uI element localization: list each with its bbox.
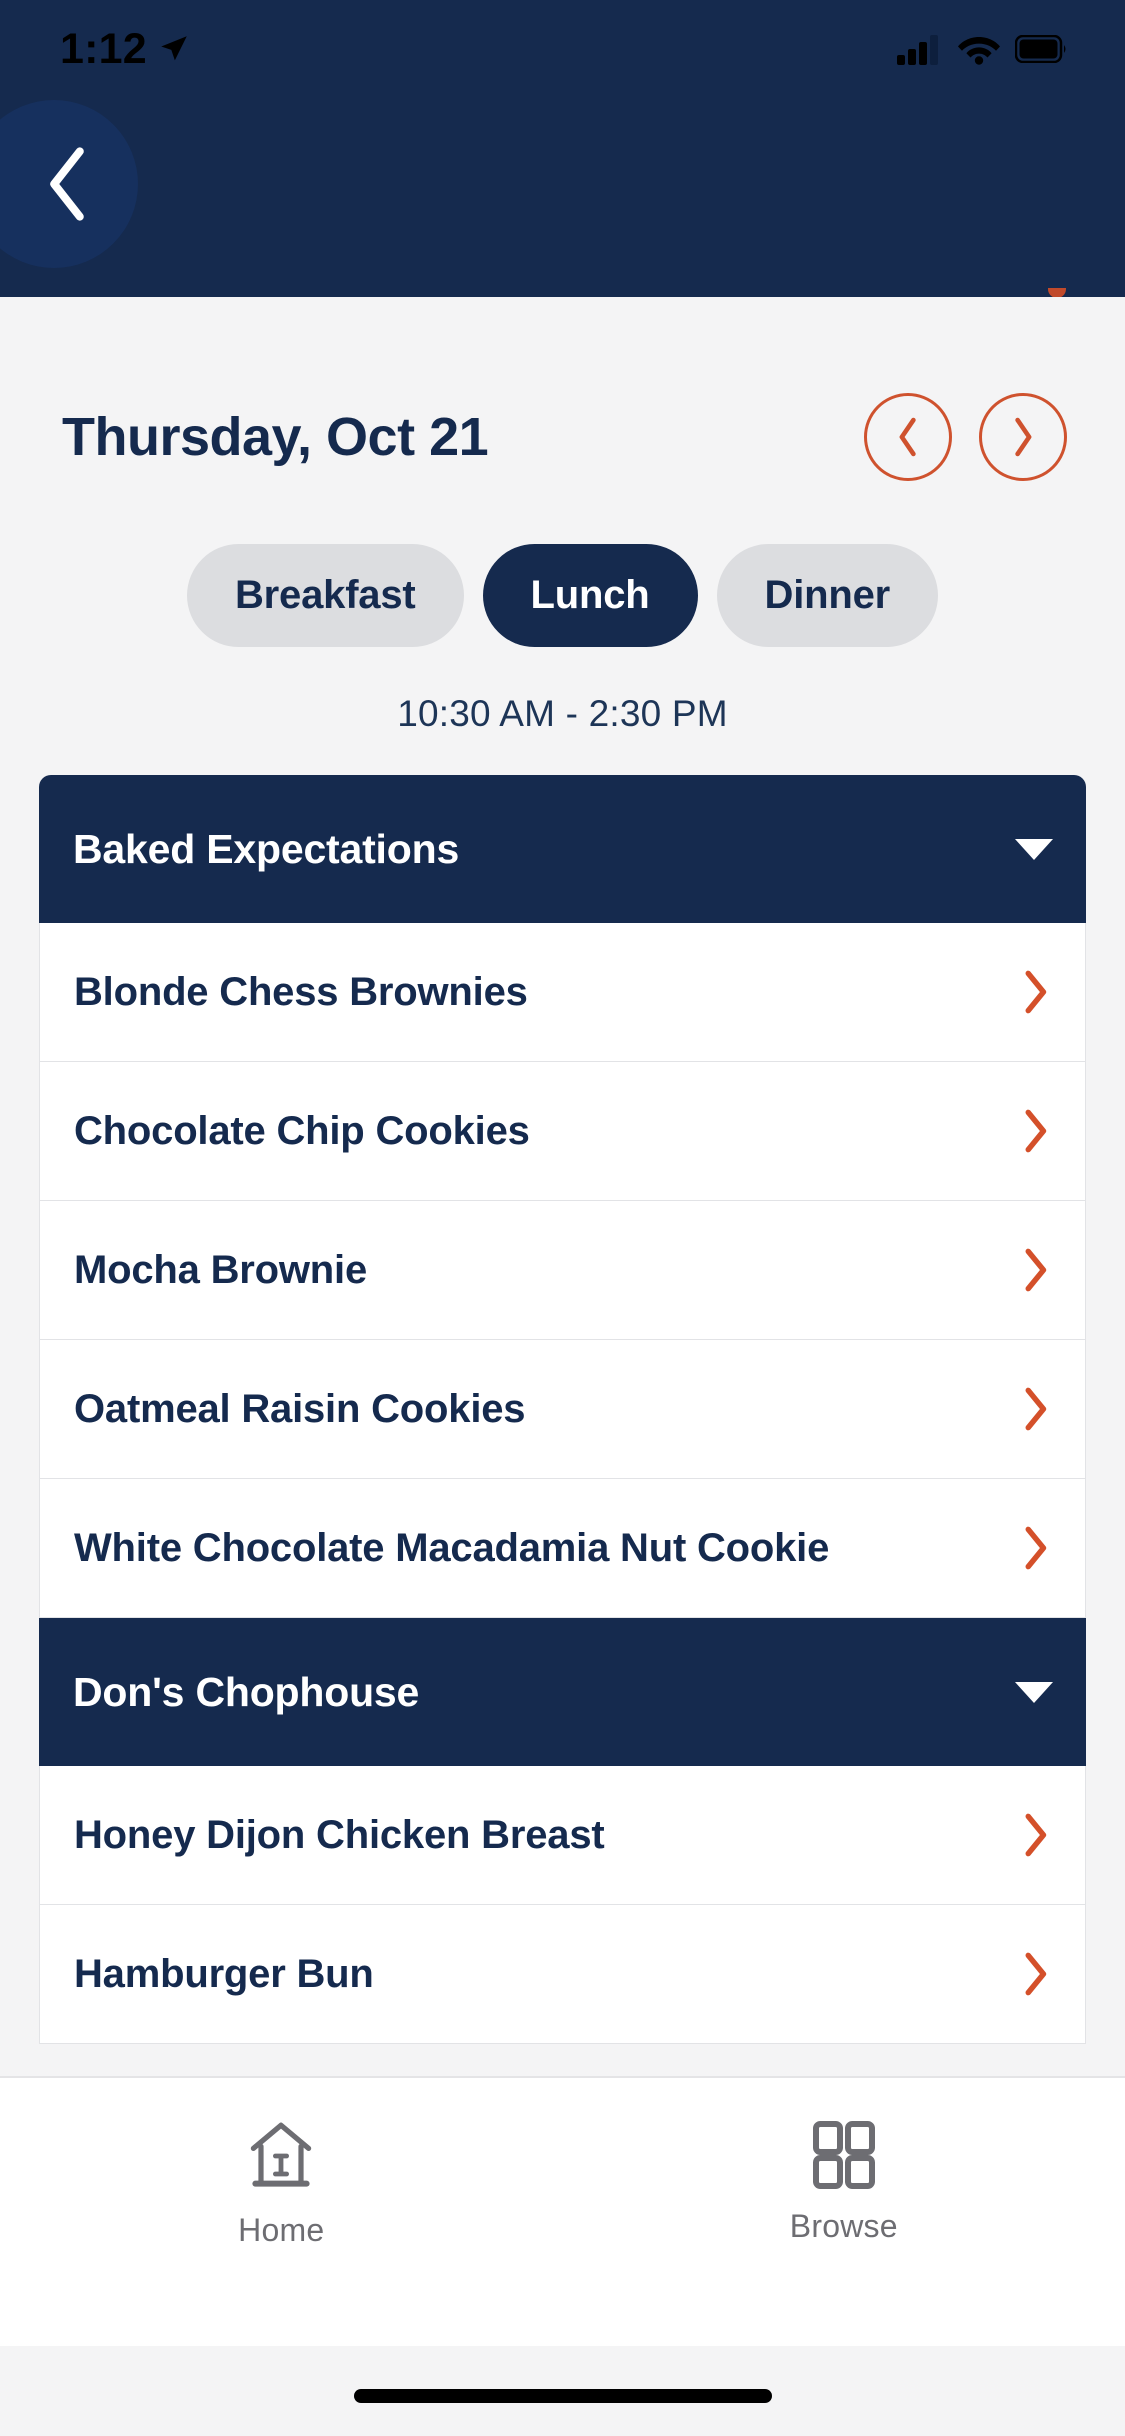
- meal-hours-label: 10:30 AM - 2:30 PM: [397, 693, 728, 734]
- menu-item-name: Chocolate Chip Cookies: [74, 1108, 530, 1153]
- battery-full-icon: [1015, 35, 1066, 63]
- date-navigation: Thursday, Oct 21: [0, 297, 1125, 481]
- wifi-icon: [958, 37, 1000, 65]
- menu-item[interactable]: Chocolate Chip Cookies: [39, 1062, 1086, 1201]
- app-screen: 1:12 Thursday, Oct 21 Breakfast Lunch Di…: [0, 0, 1125, 2436]
- menu-item-name: Oatmeal Raisin Cookies: [74, 1386, 526, 1431]
- home-indicator: [353, 2389, 772, 2403]
- menu-item[interactable]: Mocha Brownie: [39, 1201, 1086, 1340]
- home-icon: [251, 2122, 312, 2187]
- status-bar-right: [897, 33, 1067, 65]
- tab-bar-item-home[interactable]: Home: [0, 2078, 563, 2346]
- menu-item[interactable]: Honey Dijon Chicken Breast: [39, 1766, 1086, 1905]
- previous-day-button[interactable]: [864, 393, 952, 481]
- tab-dinner[interactable]: Dinner: [716, 544, 938, 647]
- chevron-right-icon: [1025, 1952, 1047, 1996]
- date-arrow-group: [864, 393, 1067, 481]
- page-title: Thursday, Oct 21: [62, 407, 489, 467]
- chevron-right-icon: [1025, 1526, 1047, 1570]
- chevron-left-icon: [50, 147, 84, 221]
- chevron-right-icon: [1025, 1109, 1047, 1153]
- menu-item[interactable]: Oatmeal Raisin Cookies: [39, 1340, 1086, 1479]
- tab-bar-item-browse[interactable]: Browse: [563, 2078, 1125, 2346]
- chevron-right-icon: [1025, 1248, 1047, 1292]
- status-bar-time: 1:12: [60, 24, 147, 73]
- cellular-signal-icon: [897, 35, 938, 65]
- menu-item-name: Hamburger Bun: [74, 1951, 374, 1996]
- chevron-right-icon: [1025, 1813, 1047, 1857]
- chevron-right-icon: [1025, 1387, 1047, 1431]
- menu-item-name: White Chocolate Macadamia Nut Cookie: [74, 1525, 830, 1570]
- chevron-left-icon: [899, 417, 916, 457]
- menu-item-name: Mocha Brownie: [74, 1247, 367, 1292]
- station-dons-chophouse: Don's Chophouse Honey Dijon Chicken Brea…: [39, 1618, 1086, 2044]
- back-button[interactable]: [0, 100, 138, 268]
- tab-breakfast[interactable]: Breakfast: [187, 544, 464, 647]
- tab-bar-label: Browse: [789, 2208, 898, 2244]
- status-bar: 1:12: [0, 0, 1125, 98]
- location-arrow-icon: [161, 36, 187, 61]
- tab-bar-label: Home: [238, 2212, 325, 2248]
- station-header[interactable]: Baked Expectations: [39, 775, 1086, 923]
- meal-period-tabs: Breakfast Lunch Dinner: [0, 544, 1125, 647]
- next-day-button[interactable]: [979, 393, 1067, 481]
- main-content: Thursday, Oct 21 Breakfast Lunch Dinner: [0, 297, 1125, 2076]
- grid-icon: [812, 2121, 875, 2189]
- menu-item-name: Blonde Chess Brownies: [74, 969, 528, 1014]
- status-bar-left: 1:12: [60, 24, 191, 73]
- station-baked-expectations: Baked Expectations Blonde Chess Brownies…: [39, 775, 1086, 1618]
- menu-item[interactable]: Blonde Chess Brownies: [39, 923, 1086, 1062]
- station-header[interactable]: Don's Chophouse: [39, 1618, 1086, 1766]
- station-name: Baked Expectations: [73, 825, 460, 872]
- menu-list: Baked Expectations Blonde Chess Brownies…: [0, 775, 1125, 2044]
- station-name: Don's Chophouse: [73, 1668, 420, 1715]
- chevron-right-icon: [1025, 970, 1047, 1014]
- caret-down-icon[interactable]: [1015, 1681, 1053, 1703]
- menu-item-name: Honey Dijon Chicken Breast: [74, 1812, 605, 1857]
- caret-down-icon[interactable]: [1015, 838, 1053, 860]
- chevron-right-icon: [1015, 417, 1032, 457]
- app-header: 1:12: [0, 0, 1125, 298]
- menu-item[interactable]: Hamburger Bun: [39, 1905, 1086, 2044]
- bottom-tab-bar: Home Browse: [0, 2076, 1125, 2346]
- menu-item[interactable]: White Chocolate Macadamia Nut Cookie: [39, 1479, 1086, 1618]
- tab-lunch[interactable]: Lunch: [482, 544, 698, 647]
